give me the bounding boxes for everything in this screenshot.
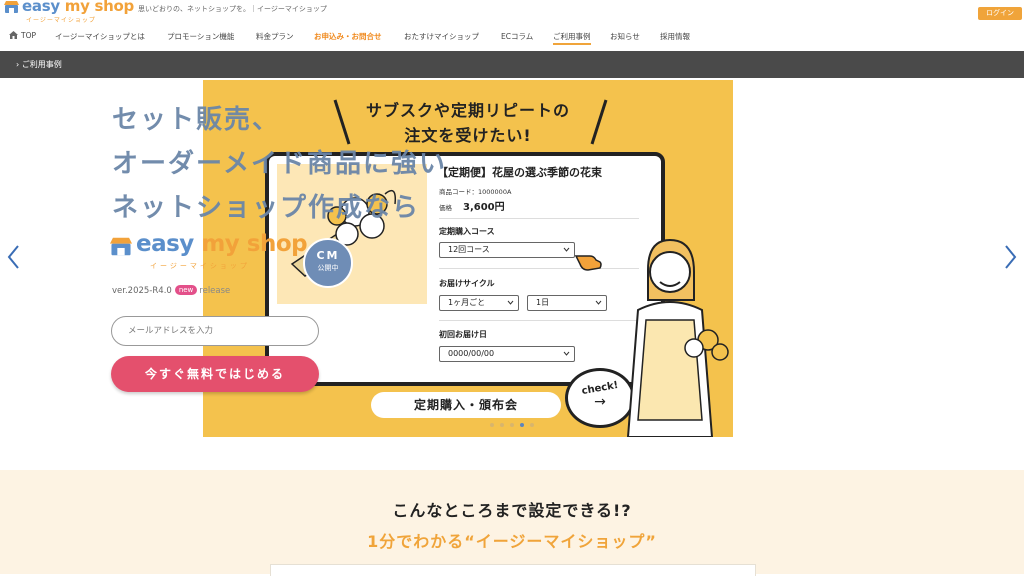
first-delivery-select: 0000/00/00 [439, 346, 575, 362]
speech-line-right [590, 99, 608, 145]
top-bar: easy my shop イージーマイショップ 思いどおりの、ネットショップを。… [0, 0, 1024, 24]
start-free-button[interactable]: 今すぐ無料ではじめる [111, 356, 319, 392]
nav-item-apply-contact[interactable]: お申込み・お問合せ [314, 31, 382, 45]
shop-icon [110, 237, 132, 256]
site-tagline: 思いどおりの、ネットショップを。｜イージーマイショップ [138, 5, 327, 13]
chevron-right-icon: › [16, 60, 20, 69]
slider-next-arrow-icon[interactable] [1000, 242, 1020, 272]
promo-title: こんなところまで設定できる!? [392, 501, 632, 520]
hero-logo-subtitle: イージーマイショップ [150, 262, 250, 270]
course-select: 12回コース [439, 242, 575, 258]
nav-item-ec-column[interactable]: ECコラム [501, 31, 533, 45]
site-logo[interactable]: easy my shop イージーマイショップ [4, 0, 134, 24]
new-badge: new [174, 285, 198, 295]
nav-item-news[interactable]: お知らせ [610, 31, 640, 45]
promo-video-card[interactable] [270, 564, 756, 576]
slider-dot-active[interactable] [520, 423, 524, 427]
nav-item-careers[interactable]: 採用情報 [660, 31, 690, 45]
nav-item-promotion[interactable]: プロモーション機能 [167, 31, 234, 45]
nav-item-top[interactable]: TOP [9, 31, 36, 45]
nav-item-case-studies[interactable]: ご利用事例 [553, 31, 591, 45]
logo-subtitle: イージーマイショップ [26, 17, 96, 24]
day-select: 1日 [527, 295, 607, 311]
slider-prev-arrow-icon[interactable] [4, 242, 24, 272]
hero-title: セット販売、 オーダーメイド商品に強い ネットショップ作成なら [112, 105, 447, 223]
nav-item-pricing[interactable]: 料金プラン [256, 31, 294, 45]
chevron-down-icon [563, 247, 570, 252]
main-nav: TOP イージーマイショップとは プロモーション機能 料金プラン お申込み・お問… [0, 26, 1024, 50]
hero-logo: easy my shop イージーマイショップ [110, 231, 310, 273]
login-button[interactable]: ログイン [978, 7, 1022, 20]
home-icon [9, 31, 18, 39]
nav-item-about[interactable]: イージーマイショップとは [55, 31, 145, 45]
chevron-down-icon [595, 300, 602, 305]
logo-wordmark: easy my shop [22, 0, 134, 15]
slider-dot[interactable] [530, 423, 534, 427]
pointing-hand-icon [574, 255, 602, 271]
promo-section: こんなところまで設定できる!? 1分でわかる“イージーマイショップ” [0, 470, 1024, 576]
hero-slider: サブスクや定期リピートの 注文を受けたい! 【定期便】花屋の選ぶ季節の花束 商品… [0, 78, 1024, 470]
cycle-label: お届けサイクル [439, 279, 495, 288]
cm-now-showing-badge[interactable]: CM 公開中 [303, 238, 353, 288]
shop-owner-illustration [626, 238, 729, 437]
shop-icon [4, 1, 19, 13]
breadcrumb-item[interactable]: › ご利用事例 [16, 59, 62, 70]
chevron-down-icon [507, 300, 514, 305]
nav-item-support[interactable]: おたすけマイショップ [404, 31, 479, 45]
cycle-select: 1ヶ月ごと [439, 295, 519, 311]
first-delivery-label: 初回お届け日 [439, 330, 487, 339]
version-info: ver.2025-R4.0 new release [112, 285, 231, 296]
breadcrumb: › ご利用事例 [0, 51, 1024, 78]
chevron-down-icon [563, 351, 570, 356]
slider-dot[interactable] [510, 423, 514, 427]
slider-pagination [490, 423, 540, 429]
promo-subtitle: 1分でわかる“イージーマイショップ” [367, 532, 657, 551]
subscription-label-pill: 定期購入・頒布会 [371, 392, 561, 418]
slider-dot[interactable] [500, 423, 504, 427]
hero-logo-wordmark: easy my shop [136, 231, 308, 257]
slider-dot[interactable] [490, 423, 494, 427]
email-input[interactable] [111, 316, 319, 346]
